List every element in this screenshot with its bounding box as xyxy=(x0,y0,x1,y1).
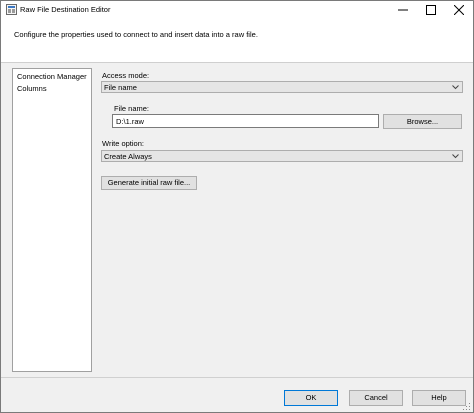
resize-grip-icon[interactable] xyxy=(463,403,471,411)
file-name-label: File name: xyxy=(114,104,150,113)
title-bar[interactable]: Raw File Destination Editor xyxy=(1,1,473,18)
close-button[interactable] xyxy=(445,1,473,18)
maximize-button[interactable] xyxy=(417,1,445,18)
access-mode-value: File name xyxy=(104,83,137,92)
write-option-label: Write option: xyxy=(102,139,144,148)
footer-panel: OK Cancel Help xyxy=(1,377,473,412)
minimize-button[interactable] xyxy=(389,1,417,18)
nav-item-connection-manager[interactable]: Connection Manager xyxy=(17,72,87,81)
file-name-input[interactable]: D:\1.raw xyxy=(112,114,379,128)
chevron-down-icon xyxy=(452,154,459,159)
write-option-select[interactable]: Create Always xyxy=(101,150,463,162)
file-name-value: D:\1.raw xyxy=(116,117,144,126)
dialog-window: Raw File Destination Editor Configure th… xyxy=(0,0,474,413)
nav-item-columns[interactable]: Columns xyxy=(17,84,47,93)
ok-button[interactable]: OK xyxy=(284,390,338,406)
header-panel: Configure the properties used to connect… xyxy=(1,18,473,63)
cancel-button[interactable]: Cancel xyxy=(349,390,403,406)
header-description: Configure the properties used to connect… xyxy=(14,30,258,39)
app-icon xyxy=(6,4,17,15)
access-mode-label: Access mode: xyxy=(102,71,150,80)
generate-raw-file-button[interactable]: Generate initial raw file... xyxy=(101,176,197,190)
browse-button[interactable]: Browse... xyxy=(383,114,462,129)
access-mode-select[interactable]: File name xyxy=(101,81,463,93)
help-button[interactable]: Help xyxy=(412,390,466,406)
close-icon xyxy=(454,5,464,15)
write-option-value: Create Always xyxy=(104,152,152,161)
maximize-icon xyxy=(426,5,436,15)
minimize-icon xyxy=(398,9,408,11)
chevron-down-icon xyxy=(452,85,459,90)
window-title: Raw File Destination Editor xyxy=(20,5,111,14)
nav-panel: Connection Manager Columns xyxy=(12,68,92,372)
